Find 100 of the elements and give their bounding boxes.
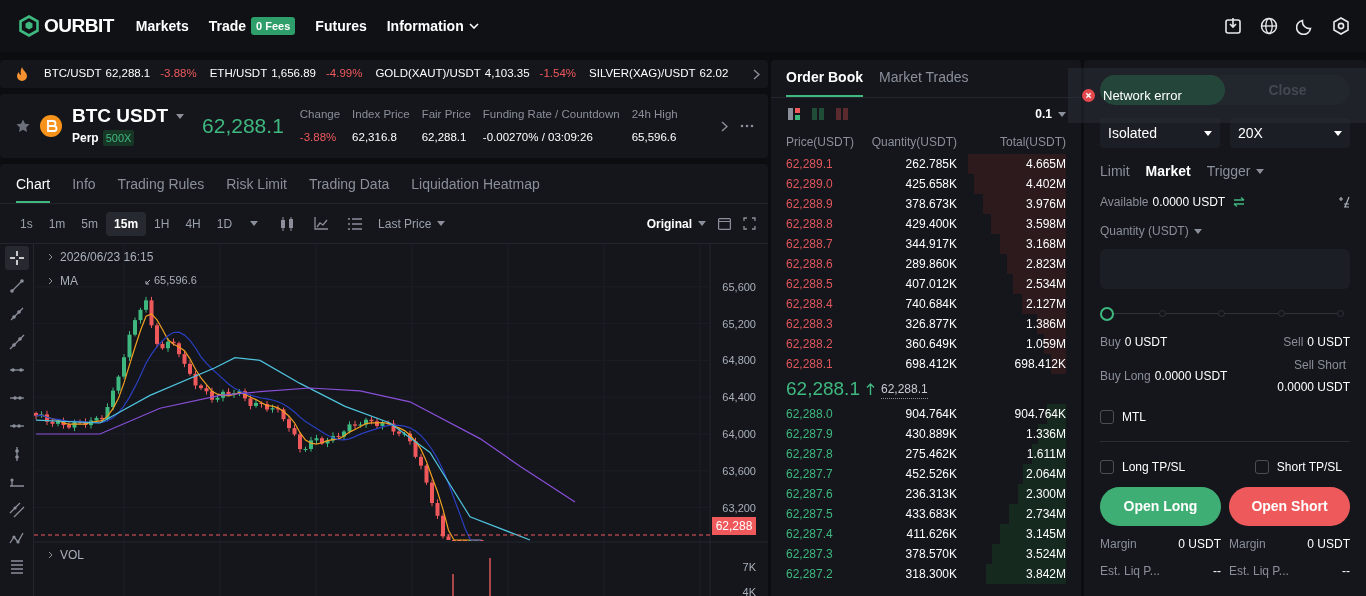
mark-price[interactable]: 62,288.1 bbox=[880, 379, 928, 399]
price-axis-label: 63,200 bbox=[722, 501, 756, 514]
order-type-tab[interactable]: Limit bbox=[1100, 160, 1130, 182]
interval-tab[interactable]: 1m bbox=[40, 211, 74, 236]
calculator-icon[interactable] bbox=[1338, 196, 1350, 208]
chevron-right-icon[interactable] bbox=[48, 277, 53, 285]
fees-badge: 0 Fees bbox=[251, 16, 296, 36]
stat-value: -3.88% bbox=[299, 129, 338, 145]
moon-icon[interactable] bbox=[1296, 17, 1314, 35]
chevron-right-icon[interactable] bbox=[753, 68, 760, 80]
star-icon[interactable] bbox=[16, 119, 30, 133]
window-icon[interactable] bbox=[718, 217, 731, 230]
trend-line-icon[interactable] bbox=[8, 278, 25, 294]
order-type-tab[interactable]: Trigger bbox=[1206, 160, 1264, 182]
order-price: 62,287.9 bbox=[786, 426, 834, 443]
order-type-tab[interactable]: Market bbox=[1145, 160, 1191, 182]
both-sides-icon[interactable] bbox=[788, 108, 800, 120]
interval-tab[interactable]: 1s bbox=[12, 211, 41, 236]
side-tab[interactable] bbox=[1100, 75, 1225, 105]
chart-tab[interactable]: Risk Limit bbox=[226, 164, 287, 203]
nav-link[interactable]: Futures bbox=[315, 15, 367, 37]
list-icon[interactable] bbox=[348, 217, 363, 230]
order-book-tab[interactable]: Market Trades bbox=[879, 60, 969, 97]
margin-mode-select[interactable]: Isolated bbox=[1100, 118, 1220, 148]
symbol-name[interactable]: BTC USDT bbox=[72, 105, 169, 127]
leverage-select[interactable]: 20X bbox=[1230, 118, 1350, 148]
extended-line-icon[interactable] bbox=[8, 334, 25, 350]
amount-value: 0 USDT bbox=[1307, 334, 1350, 351]
parallel-channel-icon[interactable] bbox=[8, 502, 25, 518]
volume-axis-label: 7K bbox=[742, 561, 756, 573]
settings-icon[interactable] bbox=[1332, 17, 1350, 35]
summary-label: Est. Liq P... bbox=[1229, 562, 1289, 580]
order-quantity: 262.785K bbox=[904, 156, 957, 173]
amount-label: Sell Short bbox=[1293, 357, 1346, 374]
summary-label: Est. Liq P... bbox=[1100, 562, 1160, 580]
ticker-pair[interactable]: ETH/USDT bbox=[209, 65, 268, 83]
line-chart-icon[interactable] bbox=[314, 217, 329, 230]
amount-value: 0.0000 USDT bbox=[1154, 368, 1228, 385]
ticker-pair[interactable]: BTC/USDT bbox=[44, 65, 102, 83]
quantity-unit-dropdown[interactable]: Quantity (USDT) bbox=[1100, 222, 1202, 240]
checkbox[interactable] bbox=[1100, 410, 1114, 424]
chart-tab[interactable]: Trading Data bbox=[308, 164, 390, 203]
caret-icon bbox=[437, 221, 446, 226]
order-total: 698.412K bbox=[1014, 356, 1066, 373]
order-price: 62,287.7 bbox=[786, 466, 834, 483]
slider-thumb[interactable] bbox=[1100, 307, 1114, 321]
menu-lines-icon[interactable] bbox=[8, 558, 25, 574]
chart-tab[interactable]: Info bbox=[72, 164, 96, 203]
stat-label: Index Price bbox=[352, 107, 410, 123]
order-price: 62,288.1 bbox=[786, 356, 834, 373]
order-total: 904.764K bbox=[1014, 406, 1066, 423]
price-type-dropdown[interactable]: Last Price bbox=[378, 214, 446, 233]
order-price: 62,287.3 bbox=[786, 546, 834, 563]
order-total: 1.336M bbox=[1025, 426, 1066, 443]
checkbox-label: MTL bbox=[1122, 409, 1146, 426]
chevron-right-icon[interactable] bbox=[48, 253, 53, 261]
nav-link[interactable]: Markets bbox=[135, 15, 189, 37]
checkbox[interactable] bbox=[1100, 460, 1114, 474]
volume-axis-label: 4K bbox=[742, 586, 756, 596]
stat-label: 24h High bbox=[631, 107, 678, 123]
fire-icon bbox=[16, 67, 28, 81]
chart-tab[interactable]: Trading Rules bbox=[117, 164, 205, 203]
chevron-right-icon[interactable] bbox=[48, 551, 53, 559]
more-icon[interactable] bbox=[740, 124, 754, 128]
chart-tab[interactable]: Chart bbox=[16, 164, 51, 203]
precision-dropdown[interactable]: 0.1 bbox=[1035, 105, 1066, 123]
order-total: 1.611M bbox=[1026, 446, 1066, 463]
ticker-change: -1.54% bbox=[539, 66, 577, 82]
crosshair-icon[interactable] bbox=[4, 246, 29, 270]
checkbox[interactable] bbox=[1254, 460, 1269, 474]
pattern-icon[interactable] bbox=[8, 530, 25, 546]
nav-link[interactable]: Trade 0 Fees bbox=[208, 15, 296, 37]
order-price: 62,289.1 bbox=[786, 156, 834, 173]
order-price: 62,287.8 bbox=[786, 446, 834, 463]
ticker-price: 62.02 bbox=[699, 66, 729, 82]
ray-icon[interactable] bbox=[8, 306, 25, 322]
view-dropdown[interactable]: Original bbox=[646, 214, 706, 233]
ticker-pair[interactable]: SILVER(XAG)/USDT bbox=[589, 65, 696, 83]
interval-tab[interactable]: 5m bbox=[73, 211, 107, 236]
interval-tab[interactable]: 4H bbox=[177, 211, 209, 236]
interval-tab[interactable]: 1H bbox=[146, 211, 178, 236]
volume-label: VOL bbox=[60, 548, 84, 562]
order-total: 3.842M bbox=[1025, 566, 1066, 583]
caret-icon bbox=[1204, 130, 1212, 136]
nav-link[interactable]: Information bbox=[386, 15, 479, 37]
arrow-icon bbox=[145, 279, 151, 285]
last-price: 62,288.1 bbox=[202, 113, 284, 140]
interval-tab[interactable]: 1D bbox=[208, 211, 241, 236]
order-price: 62,287.4 bbox=[786, 526, 834, 543]
globe-icon[interactable] bbox=[1260, 17, 1278, 35]
fullscreen-icon[interactable] bbox=[743, 217, 756, 230]
ticker-pair[interactable]: GOLD(XAUT)/USDT bbox=[375, 65, 481, 83]
interval-tab[interactable]: 15m bbox=[106, 211, 147, 236]
order-book-tab[interactable]: Order Book bbox=[786, 60, 863, 97]
chart-tab[interactable]: Liquidation Heatmap bbox=[411, 164, 540, 203]
download-icon[interactable] bbox=[1224, 17, 1242, 35]
transfer-icon[interactable] bbox=[1233, 197, 1246, 207]
chevron-right-icon[interactable] bbox=[721, 120, 728, 132]
order-total: 1.059M bbox=[1025, 336, 1066, 353]
candlestick-icon[interactable] bbox=[280, 216, 295, 231]
